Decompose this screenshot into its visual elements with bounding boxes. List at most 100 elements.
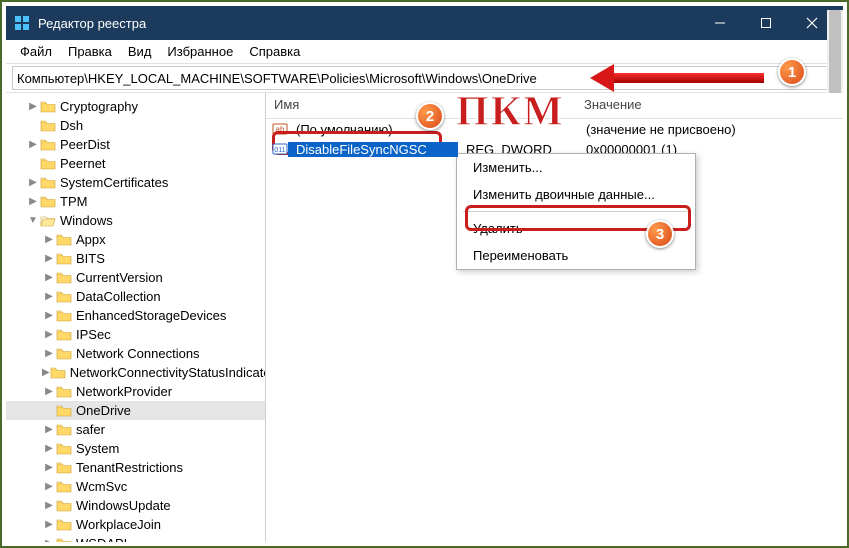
tree-label: EnhancedStorageDevices bbox=[76, 308, 226, 323]
tree-label: TPM bbox=[60, 194, 87, 209]
chevron-icon[interactable]: ▶ bbox=[42, 253, 56, 264]
tree-label: Appx bbox=[76, 232, 106, 247]
tree-label: safer bbox=[76, 422, 105, 437]
tree-node-peernet[interactable]: Peernet bbox=[6, 154, 265, 173]
chevron-icon[interactable]: ▶ bbox=[42, 329, 56, 340]
tree-label: WcmSvc bbox=[76, 479, 127, 494]
folder-icon bbox=[40, 119, 56, 133]
folder-icon bbox=[56, 442, 72, 456]
tree-node-workplacejoin[interactable]: ▶WorkplaceJoin bbox=[6, 515, 265, 534]
folder-icon bbox=[40, 176, 56, 190]
list-row-default[interactable]: ab (По умолчанию) REG_SZ (значение не пр… bbox=[266, 119, 843, 139]
tree-label: NetworkProvider bbox=[76, 384, 172, 399]
chevron-icon[interactable]: ▶ bbox=[42, 348, 56, 359]
list-header[interactable]: Имя Тип Значение bbox=[266, 93, 843, 119]
tree-node-windowsupdate[interactable]: ▶ WindowsUpdate bbox=[6, 496, 265, 515]
col-name[interactable]: Имя bbox=[266, 93, 456, 118]
address-bar[interactable]: Компьютер\HKEY_LOCAL_MACHINE\SOFTWARE\Po… bbox=[12, 66, 837, 90]
tree-node-network-connections[interactable]: ▶Network Connections bbox=[6, 344, 265, 363]
address-text: Компьютер\HKEY_LOCAL_MACHINE\SOFTWARE\Po… bbox=[17, 71, 537, 86]
svg-text:ab: ab bbox=[276, 125, 285, 134]
chevron-icon[interactable]: ▶ bbox=[42, 519, 56, 530]
tree-node-windows[interactable]: ▼ Windows bbox=[6, 211, 265, 230]
tree-node-tpm[interactable]: ▶ TPM bbox=[6, 192, 265, 211]
tree-node-safer[interactable]: ▶ safer bbox=[6, 420, 265, 439]
chevron-icon[interactable]: ▶ bbox=[42, 367, 50, 378]
titlebar: Редактор реестра bbox=[6, 6, 843, 40]
values-panel: Имя Тип Значение ab (По умолчанию) REG_S… bbox=[266, 93, 843, 542]
folder-icon bbox=[56, 404, 72, 418]
tree-label: WindowsUpdate bbox=[76, 498, 171, 513]
chevron-icon[interactable]: ▼ bbox=[26, 215, 40, 226]
chevron-icon[interactable]: ▶ bbox=[26, 101, 40, 112]
folder-icon bbox=[56, 499, 72, 513]
folder-icon bbox=[56, 252, 72, 266]
chevron-icon[interactable]: ▶ bbox=[26, 139, 40, 150]
folder-icon bbox=[40, 214, 56, 228]
tree-panel[interactable]: ▶CryptographyDsh▶PeerDistPeernet▶SystemC… bbox=[6, 93, 266, 542]
dword-icon: 011 bbox=[272, 141, 288, 157]
chevron-icon[interactable]: ▶ bbox=[26, 196, 40, 207]
app-icon bbox=[14, 15, 30, 31]
chevron-icon[interactable]: ▶ bbox=[26, 177, 40, 188]
folder-icon bbox=[56, 423, 72, 437]
chevron-icon[interactable]: ▶ bbox=[42, 443, 56, 454]
folder-icon bbox=[56, 537, 72, 543]
chevron-icon[interactable]: ▶ bbox=[42, 310, 56, 321]
tree-node-wsdapi[interactable]: ▶WSDAPI bbox=[6, 534, 265, 542]
tree-node-networkprovider[interactable]: ▶ NetworkProvider bbox=[6, 382, 265, 401]
tree-node-system[interactable]: ▶System bbox=[6, 439, 265, 458]
tree-node-bits[interactable]: ▶BITS bbox=[6, 249, 265, 268]
ctx-delete[interactable]: Удалить bbox=[457, 215, 695, 242]
cell-name: DisableFileSyncNGSC bbox=[288, 142, 458, 157]
chevron-icon[interactable]: ▶ bbox=[42, 291, 56, 302]
chevron-icon[interactable]: ▶ bbox=[42, 424, 56, 435]
tree-node-currentversion[interactable]: ▶ CurrentVersion bbox=[6, 268, 265, 287]
menu-file[interactable]: Файл bbox=[12, 42, 60, 61]
tree-label: NetworkConnectivityStatusIndicator bbox=[70, 365, 266, 380]
tree-node-dsh[interactable]: Dsh bbox=[6, 116, 265, 135]
maximize-button[interactable] bbox=[743, 6, 789, 40]
cell-name: (По умолчанию) bbox=[288, 122, 458, 137]
chevron-icon[interactable]: ▶ bbox=[42, 234, 56, 245]
chevron-icon[interactable]: ▶ bbox=[42, 386, 56, 397]
chevron-icon[interactable]: ▶ bbox=[42, 538, 56, 542]
tree-node-cryptography[interactable]: ▶Cryptography bbox=[6, 97, 265, 116]
ctx-edit[interactable]: Изменить... bbox=[457, 154, 695, 181]
tree-label: CurrentVersion bbox=[76, 270, 163, 285]
minimize-button[interactable] bbox=[697, 6, 743, 40]
menubar: Файл Правка Вид Избранное Справка bbox=[6, 40, 843, 64]
svg-text:011: 011 bbox=[274, 147, 285, 154]
folder-icon bbox=[40, 195, 56, 209]
tree-node-appx[interactable]: ▶ Appx bbox=[6, 230, 265, 249]
tree-label: OneDrive bbox=[76, 403, 131, 418]
menu-edit[interactable]: Правка bbox=[60, 42, 120, 61]
tree-label: TenantRestrictions bbox=[76, 460, 183, 475]
chevron-icon[interactable]: ▶ bbox=[42, 462, 56, 473]
tree-label: IPSec bbox=[76, 327, 111, 342]
tree-label: DataCollection bbox=[76, 289, 161, 304]
chevron-icon[interactable]: ▶ bbox=[42, 481, 56, 492]
menu-view[interactable]: Вид bbox=[120, 42, 160, 61]
tree-node-systemcertificates[interactable]: ▶ SystemCertificates bbox=[6, 173, 265, 192]
menu-help[interactable]: Справка bbox=[241, 42, 308, 61]
tree-node-onedrive[interactable]: OneDrive bbox=[6, 401, 265, 420]
tree-node-ipsec[interactable]: ▶ IPSec bbox=[6, 325, 265, 344]
tree-label: SystemCertificates bbox=[60, 175, 168, 190]
chevron-icon[interactable]: ▶ bbox=[42, 272, 56, 283]
chevron-icon[interactable]: ▶ bbox=[42, 500, 56, 511]
ctx-rename[interactable]: Переименовать bbox=[457, 242, 695, 269]
menu-favorites[interactable]: Избранное bbox=[159, 42, 241, 61]
tree-node-networkconnectivitystatusindicator[interactable]: ▶ NetworkConnectivityStatusIndicator bbox=[6, 363, 265, 382]
tree-node-datacollection[interactable]: ▶ DataCollection bbox=[6, 287, 265, 306]
col-value[interactable]: Значение bbox=[576, 93, 843, 118]
folder-icon bbox=[50, 366, 66, 380]
ctx-edit-binary[interactable]: Изменить двоичные данные... bbox=[457, 181, 695, 208]
tree-node-peerdist[interactable]: ▶PeerDist bbox=[6, 135, 265, 154]
tree-node-tenantrestrictions[interactable]: ▶ TenantRestrictions bbox=[6, 458, 265, 477]
folder-icon bbox=[56, 290, 72, 304]
tree-node-wcmsvc[interactable]: ▶ WcmSvc bbox=[6, 477, 265, 496]
tree-label: Windows bbox=[60, 213, 113, 228]
tree-node-enhancedstoragedevices[interactable]: ▶ EnhancedStorageDevices bbox=[6, 306, 265, 325]
folder-icon bbox=[56, 271, 72, 285]
